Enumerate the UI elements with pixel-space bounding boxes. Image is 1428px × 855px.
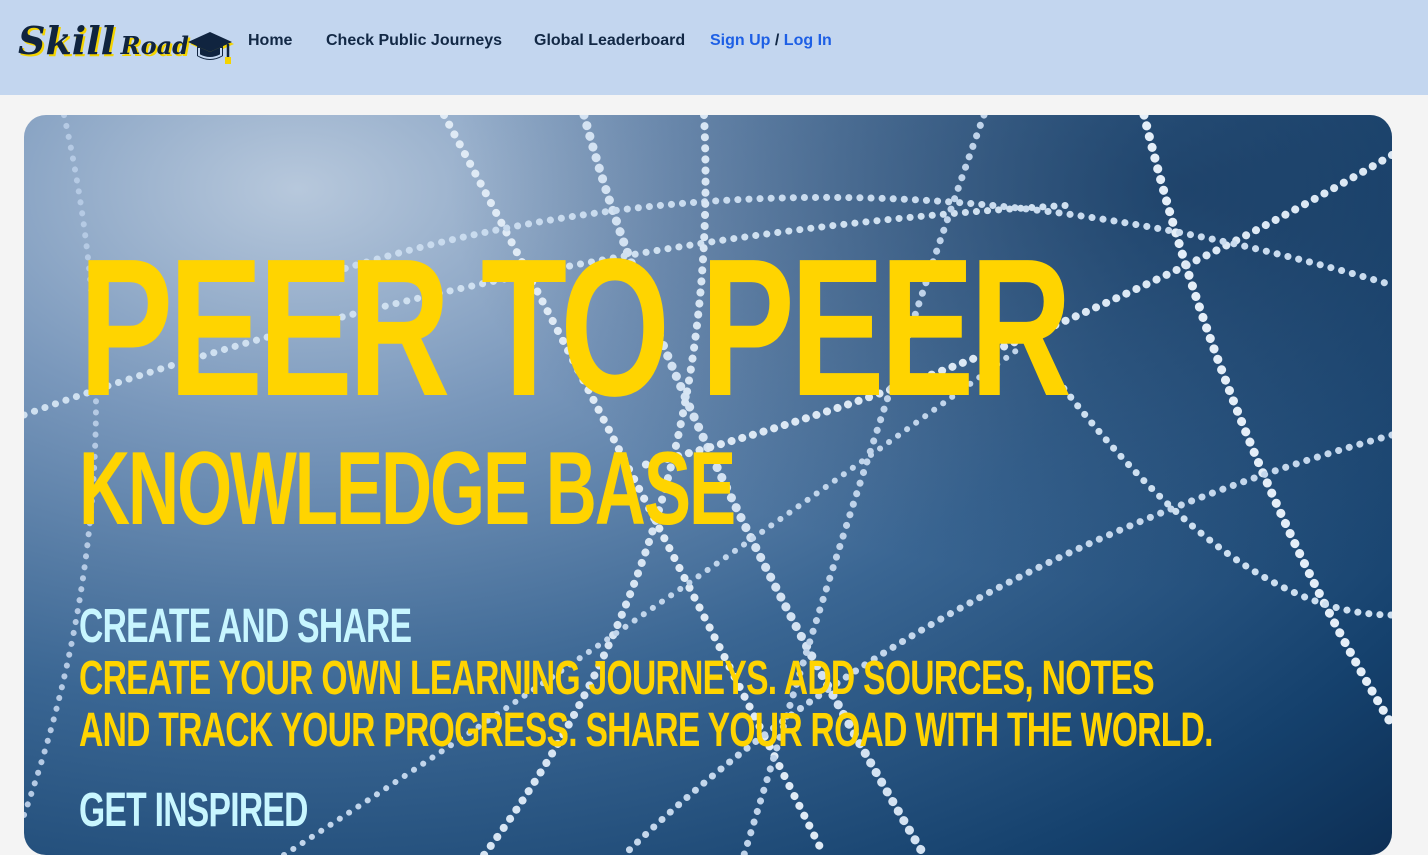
hero-subheadline: KNOWLEDGE BASE: [79, 431, 736, 547]
nav-leaderboard-link[interactable]: Global Leaderboard: [534, 32, 685, 50]
create-and-share-line-1: CREATE YOUR OWN LEARNING JOURNEYS. ADD S…: [79, 652, 1155, 705]
auth-separator: /: [774, 32, 780, 49]
hero-headline: PEER TO PEER: [79, 218, 1072, 437]
log-in-link[interactable]: Log In: [784, 32, 832, 49]
create-and-share-title: CREATE AND SHARE: [79, 600, 412, 653]
logo-wordmark: Skill Road: [18, 18, 189, 63]
nav-home-link[interactable]: Home: [248, 32, 292, 50]
graduation-cap-icon: [188, 32, 234, 64]
logo-text-road: Road: [120, 31, 189, 60]
skill-road-logo[interactable]: Skill Road: [16, 16, 236, 70]
nav-public-journeys-link[interactable]: Check Public Journeys: [326, 32, 502, 50]
hero-banner: PEER TO PEER KNOWLEDGE BASE CREATE AND S…: [24, 115, 1392, 855]
sign-up-link[interactable]: Sign Up: [710, 32, 770, 49]
logo-text-skill: Skill: [18, 18, 116, 63]
create-and-share-line-2: AND TRACK YOUR PROGRESS. SHARE YOUR ROAD…: [79, 704, 1213, 757]
auth-links: Sign Up / Log In: [710, 32, 832, 50]
top-navbar: Skill Road Home Check Public Journeys Gl…: [0, 0, 1428, 95]
get-inspired-title: GET INSPIRED: [79, 784, 308, 837]
